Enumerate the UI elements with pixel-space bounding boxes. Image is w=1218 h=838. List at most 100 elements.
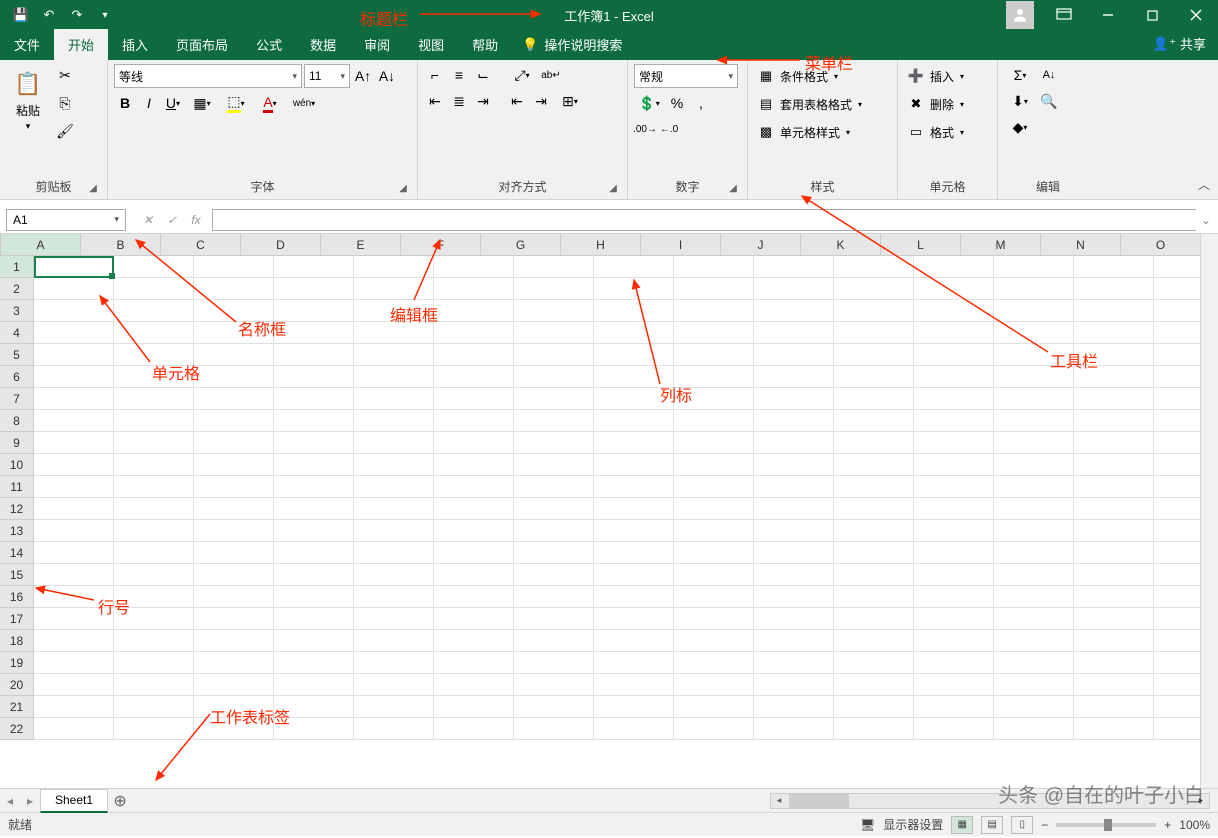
add-sheet-button[interactable]: ⊕: [108, 791, 132, 811]
cell[interactable]: [434, 388, 514, 410]
cell[interactable]: [194, 454, 274, 476]
column-header[interactable]: F: [401, 234, 481, 256]
cell[interactable]: [274, 344, 354, 366]
cell[interactable]: [34, 696, 114, 718]
cell[interactable]: [274, 542, 354, 564]
cell[interactable]: [1074, 718, 1154, 740]
cell[interactable]: [354, 652, 434, 674]
cell[interactable]: [834, 608, 914, 630]
share-button[interactable]: 👤⁺ 共享: [1153, 34, 1206, 53]
cell[interactable]: [354, 718, 434, 740]
cell[interactable]: [914, 608, 994, 630]
merge-button[interactable]: ⊞▾: [554, 90, 586, 112]
cell[interactable]: [754, 586, 834, 608]
cell[interactable]: [1074, 322, 1154, 344]
cell[interactable]: [754, 652, 834, 674]
fx-icon[interactable]: fx: [186, 213, 206, 227]
zoom-in-button[interactable]: +: [1164, 818, 1171, 832]
cell[interactable]: [514, 476, 594, 498]
row-header[interactable]: 19: [0, 652, 34, 674]
cell[interactable]: [834, 344, 914, 366]
maximize-button[interactable]: [1130, 0, 1174, 30]
align-bottom-button[interactable]: ⌙: [472, 64, 494, 86]
cell[interactable]: [994, 432, 1074, 454]
cell[interactable]: [834, 256, 914, 278]
dialog-launcher-icon[interactable]: ◢: [727, 183, 739, 195]
cell[interactable]: [514, 322, 594, 344]
cell[interactable]: [594, 674, 674, 696]
tab-view[interactable]: 视图: [404, 29, 458, 60]
orientation-button[interactable]: ⤢▾: [506, 64, 538, 86]
cell[interactable]: [1074, 476, 1154, 498]
cell[interactable]: [834, 630, 914, 652]
cell[interactable]: [754, 476, 834, 498]
cell[interactable]: [114, 652, 194, 674]
cell[interactable]: [914, 432, 994, 454]
expand-formula-bar-icon[interactable]: ⌄: [1198, 213, 1214, 227]
cell[interactable]: [354, 696, 434, 718]
ribbon-display-options-icon[interactable]: [1042, 0, 1086, 30]
formula-input[interactable]: [212, 209, 1196, 231]
row-header[interactable]: 15: [0, 564, 34, 586]
cell[interactable]: [274, 718, 354, 740]
cell[interactable]: [1154, 520, 1200, 542]
cell[interactable]: [1074, 454, 1154, 476]
cell[interactable]: [34, 630, 114, 652]
cell[interactable]: [674, 586, 754, 608]
cell[interactable]: [914, 586, 994, 608]
cell[interactable]: [354, 432, 434, 454]
cell[interactable]: [994, 564, 1074, 586]
cell[interactable]: [674, 608, 754, 630]
cell[interactable]: [514, 256, 594, 278]
cell[interactable]: [34, 300, 114, 322]
dialog-launcher-icon[interactable]: ◢: [397, 183, 409, 195]
cell[interactable]: [194, 256, 274, 278]
cell[interactable]: [994, 454, 1074, 476]
cell[interactable]: [274, 322, 354, 344]
cell[interactable]: [354, 564, 434, 586]
cell[interactable]: [34, 322, 114, 344]
cell[interactable]: [434, 410, 514, 432]
row-header[interactable]: 9: [0, 432, 34, 454]
comma-button[interactable]: ,: [690, 92, 712, 114]
cell[interactable]: [674, 718, 754, 740]
cell[interactable]: [754, 718, 834, 740]
cell[interactable]: [1074, 520, 1154, 542]
column-header[interactable]: E: [321, 234, 401, 256]
percent-button[interactable]: %: [666, 92, 688, 114]
cell[interactable]: [754, 278, 834, 300]
column-header[interactable]: N: [1041, 234, 1121, 256]
cell[interactable]: [1074, 410, 1154, 432]
cell[interactable]: [834, 652, 914, 674]
row-header[interactable]: 8: [0, 410, 34, 432]
cell[interactable]: [274, 520, 354, 542]
align-top-button[interactable]: ⌐: [424, 64, 446, 86]
column-header[interactable]: L: [881, 234, 961, 256]
cell[interactable]: [434, 696, 514, 718]
cell[interactable]: [114, 586, 194, 608]
cell[interactable]: [1074, 498, 1154, 520]
cell[interactable]: [834, 454, 914, 476]
cell[interactable]: [674, 630, 754, 652]
increase-indent-button[interactable]: ⇥: [530, 90, 552, 112]
column-header[interactable]: C: [161, 234, 241, 256]
cell[interactable]: [514, 652, 594, 674]
cell[interactable]: [1074, 652, 1154, 674]
cell[interactable]: [514, 432, 594, 454]
cell[interactable]: [114, 278, 194, 300]
cell[interactable]: [914, 454, 994, 476]
cell[interactable]: [194, 366, 274, 388]
cell[interactable]: [994, 498, 1074, 520]
cell[interactable]: [434, 256, 514, 278]
cell[interactable]: [514, 344, 594, 366]
cell[interactable]: [114, 542, 194, 564]
cell[interactable]: [194, 432, 274, 454]
cell[interactable]: [194, 388, 274, 410]
row-header[interactable]: 18: [0, 630, 34, 652]
cell[interactable]: [34, 520, 114, 542]
cell[interactable]: [594, 454, 674, 476]
cell[interactable]: [754, 564, 834, 586]
enter-formula-icon[interactable]: ✓: [162, 213, 182, 227]
format-painter-button[interactable]: 🖌: [54, 120, 76, 142]
row-header[interactable]: 14: [0, 542, 34, 564]
